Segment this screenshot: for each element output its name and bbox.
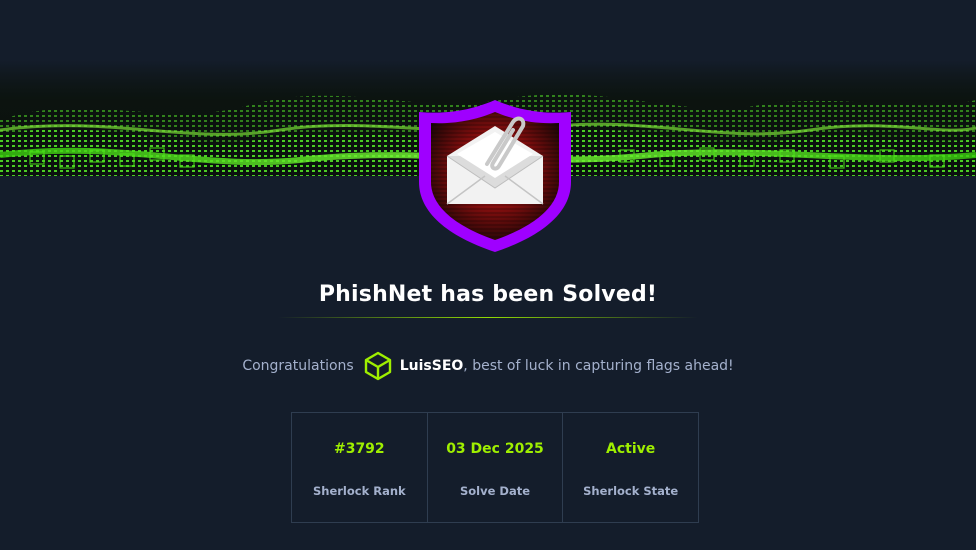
envelope-paperclip-shield-icon	[419, 100, 571, 252]
solved-page: PhishNet has been Solved! Congratulation…	[0, 0, 976, 550]
stat-rank-value: #3792	[333, 441, 385, 457]
stat-solve-date-label: Solve Date	[459, 484, 531, 498]
stats-table: #3792 Sherlock Rank 03 Dec 2025 Solve Da…	[291, 412, 699, 523]
stat-state-label: Sherlock State	[583, 484, 679, 498]
page-title: PhishNet has been Solved!	[318, 282, 658, 307]
congrats-message: Congratulations LuisSEO , best of luck i…	[0, 350, 976, 382]
stat-state-value: Active	[606, 441, 656, 457]
congrats-suffix: , best of luck in capturing flags ahead!	[463, 358, 734, 374]
username-link[interactable]: LuisSEO	[400, 358, 464, 374]
stat-state: Active Sherlock State	[563, 413, 698, 522]
stat-solve-date: 03 Dec 2025 Solve Date	[428, 413, 564, 522]
congrats-prefix: Congratulations	[242, 358, 354, 374]
cube-icon	[364, 351, 391, 381]
stat-rank: #3792 Sherlock Rank	[292, 413, 428, 522]
stat-solve-date-value: 03 Dec 2025	[446, 441, 544, 457]
stat-rank-label: Sherlock Rank	[312, 484, 406, 498]
title-underline	[278, 317, 698, 318]
